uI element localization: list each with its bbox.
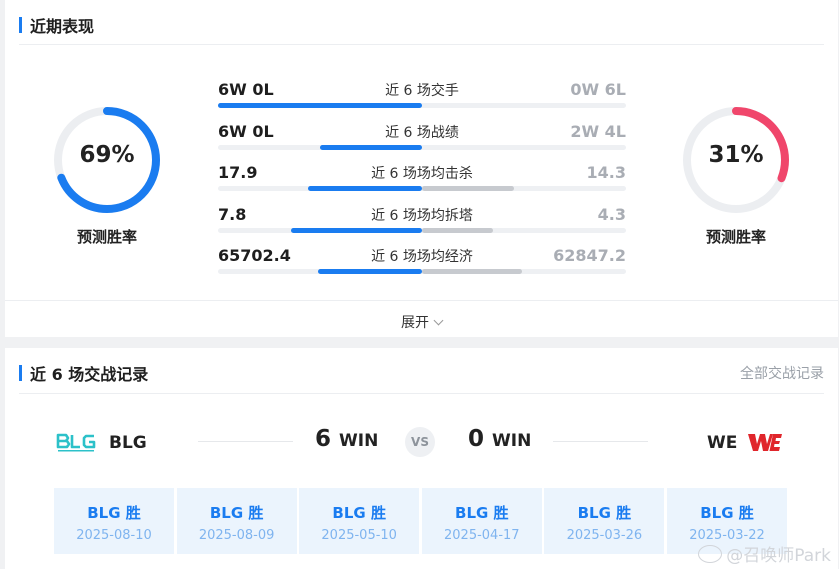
all-matches-link[interactable]: 全部交战记录 — [740, 363, 824, 383]
match-list: BLG 胜 2025-08-10 BLG 胜 2025-08-09 BLG 胜 … — [54, 488, 787, 554]
stat-right-value: 62847.2 — [553, 246, 626, 265]
win-label: WIN — [492, 431, 532, 451]
match-card[interactable]: BLG 胜 2025-05-10 — [299, 488, 420, 554]
match-date: 2025-03-26 — [566, 528, 643, 543]
stat-label: 近 6 场交手 — [385, 83, 459, 99]
blg-logo-icon — [56, 433, 96, 452]
match-card[interactable]: BLG 胜 2025-08-09 — [176, 488, 297, 554]
win-label: WIN — [339, 431, 379, 451]
match-card[interactable]: BLG 胜 2025-03-26 — [544, 488, 665, 554]
stat-left-bar — [317, 269, 422, 274]
match-result: BLG 胜 — [455, 504, 509, 522]
stat-left-bar — [307, 186, 422, 191]
stat-row-gold: 65702.4 近 6 场场均经济 62847.2 — [218, 246, 626, 286]
match-result: BLG 胜 — [87, 504, 141, 522]
team-left-wins: 6 — [315, 426, 332, 452]
match-result: BLG 胜 — [332, 504, 386, 522]
stat-left-bar — [218, 103, 422, 108]
right-win-rate-label: 预测胜率 — [705, 228, 766, 246]
expand-button[interactable]: 展开 — [5, 312, 838, 332]
divider — [19, 44, 824, 45]
stat-left-bar — [291, 228, 422, 233]
right-win-rate-gauge: 31% 预测胜率 — [676, 100, 796, 247]
stat-right-bar — [422, 228, 494, 233]
match-date: 2025-08-09 — [198, 528, 275, 543]
team-left[interactable]: BLG — [55, 430, 147, 456]
divider-line — [198, 441, 293, 442]
stat-label: 近 6 场战绩 — [385, 125, 459, 141]
section-title: 近期表现 — [30, 17, 95, 36]
team-right-score: 0 WIN — [468, 426, 531, 452]
stat-row-kills: 17.9 近 6 场场均击杀 14.3 — [218, 163, 626, 203]
match-card[interactable]: BLG 胜 2025-04-17 — [421, 488, 542, 554]
weibo-icon — [698, 544, 723, 563]
divider-line — [553, 441, 648, 442]
stat-right-bar — [422, 186, 514, 191]
stat-row-head-to-head: 6W 0L 近 6 场交手 0W 6L — [218, 80, 626, 120]
match-date: 2025-05-10 — [321, 528, 397, 543]
divider — [19, 393, 824, 394]
match-date: 2025-08-10 — [76, 528, 152, 543]
we-logo-icon — [748, 434, 783, 451]
stat-row-towers: 7.8 近 6 场场均拆塔 4.3 — [218, 205, 626, 245]
left-win-rate-value: 69% — [79, 142, 135, 168]
chevron-down-icon — [433, 315, 444, 326]
expand-label: 展开 — [401, 315, 429, 331]
match-result: BLG 胜 — [209, 504, 264, 522]
team-right-wins: 0 — [468, 426, 485, 452]
section-accent-bar — [19, 365, 22, 381]
watermark-text: @召唤师Park — [726, 546, 831, 566]
team-right-name: WE — [707, 433, 738, 453]
match-result: BLG 胜 — [577, 504, 632, 522]
section-accent-bar — [19, 17, 22, 33]
match-result: BLG 胜 — [700, 504, 754, 522]
stat-right-value: 2W 4L — [570, 122, 626, 141]
right-win-rate-value: 31% — [708, 142, 764, 168]
recent-performance-header: 近期表现 — [19, 16, 95, 36]
section-title: 近 6 场交战记录 — [30, 365, 149, 384]
stat-row-record: 6W 0L 近 6 场战绩 2W 4L — [218, 122, 626, 162]
left-win-rate-label: 预测胜率 — [76, 228, 137, 246]
match-history-card: 近 6 场交战记录 全部交战记录 BLG 6 WIN VS 0 WIN WE BLG… — [5, 348, 838, 569]
stat-right-value: 14.3 — [586, 163, 626, 182]
watermark: @召唤师Park — [698, 541, 831, 566]
stat-right-value: 4.3 — [597, 205, 626, 224]
stat-right-value: 0W 6L — [570, 80, 626, 99]
left-win-rate-gauge: 69% 预测胜率 — [47, 100, 167, 247]
stat-track — [218, 145, 626, 150]
vs-badge: VS — [405, 427, 435, 457]
stat-label: 近 6 场场均击杀 — [371, 166, 473, 182]
team-right[interactable]: WE — [707, 430, 783, 456]
match-card[interactable]: BLG 胜 2025-08-10 — [54, 488, 174, 554]
stat-left-bar — [320, 145, 422, 150]
recent-performance-card: 近期表现 69% 预测胜率 31% 预测胜率 6W 0L 近 6 场交手 0W … — [5, 0, 838, 337]
stat-label: 近 6 场场均拆塔 — [371, 208, 473, 224]
team-left-name: BLG — [109, 433, 147, 453]
stat-right-bar — [422, 269, 522, 274]
match-date: 2025-04-17 — [444, 528, 520, 543]
divider — [5, 300, 838, 301]
match-history-header: 近 6 场交战记录 — [19, 364, 149, 384]
team-left-score: 6 WIN — [315, 426, 378, 452]
